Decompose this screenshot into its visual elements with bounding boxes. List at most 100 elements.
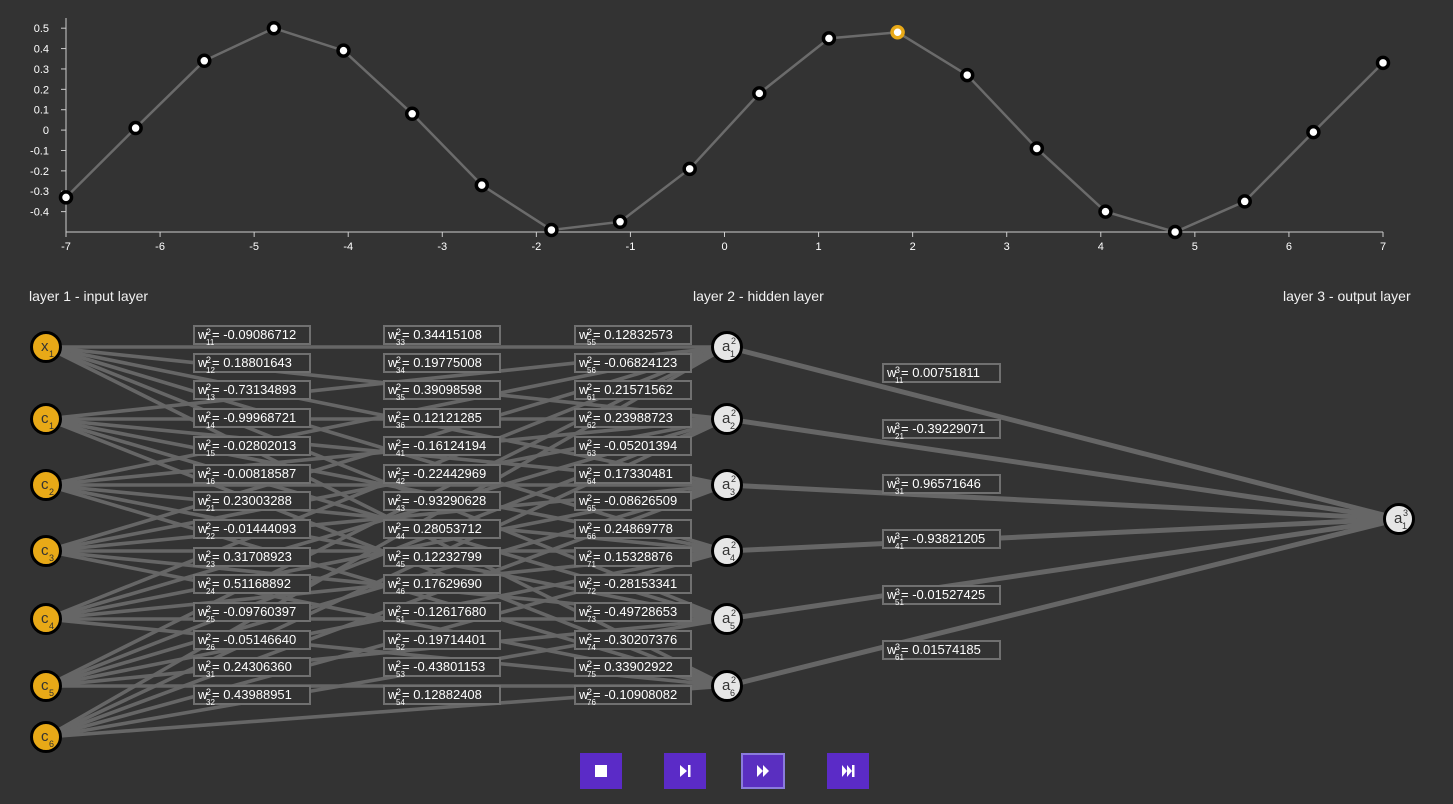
- weight-index: 41: [396, 449, 405, 458]
- end-button[interactable]: [827, 753, 869, 789]
- weight-symbol: w 2 42: [388, 466, 405, 486]
- hidden-weight-label: w 2 73 = -0.49728653: [574, 602, 692, 624]
- weight-symbol: w 2 73: [579, 604, 596, 624]
- weight-value: -0.22442969: [409, 466, 487, 481]
- weight-index: 22: [206, 532, 215, 541]
- hidden-weight-label: w 2 13 = -0.73134893: [193, 380, 311, 402]
- node-index: 5: [49, 688, 55, 698]
- node-layer-index: 2: [731, 675, 737, 685]
- step-button[interactable]: [664, 753, 706, 789]
- input-layer-title: layer 1 - input layer: [29, 288, 149, 304]
- weight-index: 15: [206, 449, 215, 458]
- weight-index: 72: [587, 587, 596, 596]
- weight-symbol: w 2 33: [388, 327, 405, 347]
- weight-symbol: w 2 51: [388, 604, 405, 624]
- hidden-weight-label: w 2 76 = -0.10908082: [574, 685, 692, 707]
- weight-index: 41: [895, 542, 904, 551]
- node-symbol: c: [41, 542, 49, 559]
- weight-value: 0.31708923: [219, 549, 292, 564]
- weight-index: 46: [396, 587, 405, 596]
- weight-value: 0.23003288: [219, 493, 292, 508]
- weight-symbol: w 2 22: [198, 521, 215, 541]
- weight-value: -0.05201394: [600, 438, 678, 453]
- weight-index: 31: [895, 487, 904, 496]
- hidden-weight-label: w 2 41 = -0.16124194: [383, 436, 501, 458]
- output-weight-label: w 3 51 = -0.01527425: [882, 585, 1001, 607]
- weight-index: 61: [587, 393, 596, 402]
- skip-to-end-icon: [841, 765, 854, 777]
- hidden-weight-label: w 2 71 = 0.15328876: [574, 547, 692, 569]
- weight-value: 0.15328876: [600, 549, 673, 564]
- weight-symbol: w 2 15: [198, 438, 215, 458]
- weight-value: -0.16124194: [409, 438, 487, 453]
- weight-index: 55: [587, 338, 596, 347]
- hidden-weight-label: w 2 74 = -0.30207376: [574, 630, 692, 652]
- input-node: c4: [30, 603, 62, 635]
- weight-value: -0.73134893: [219, 382, 297, 397]
- weight-value: 0.12882408: [409, 687, 482, 702]
- weight-index: 12: [206, 366, 215, 375]
- weight-value: 0.01574185: [908, 642, 981, 657]
- node-index: 6: [49, 739, 55, 749]
- hidden-weight-label: w 2 55 = 0.12832573: [574, 325, 692, 347]
- weight-index: 36: [396, 421, 405, 430]
- weight-value: -0.30207376: [600, 632, 678, 647]
- weight-value: 0.33902922: [600, 659, 673, 674]
- weight-value: -0.43801153: [409, 659, 486, 674]
- hidden-layer-title: layer 2 - hidden layer: [693, 288, 824, 304]
- input-node: c3: [30, 535, 62, 567]
- weight-symbol: w 2 11: [198, 327, 214, 347]
- hidden-weight-label: w 2 43 = -0.93290628: [383, 491, 501, 513]
- fast-forward-icon: [756, 765, 769, 777]
- hidden-weight-label: w 2 72 = -0.28153341: [574, 574, 692, 596]
- play-button[interactable]: [741, 753, 785, 789]
- weight-value: -0.01527425: [908, 587, 986, 602]
- weight-value: 0.00751811: [908, 365, 980, 380]
- hidden-weight-label: w 2 62 = 0.23988723: [574, 408, 692, 430]
- stop-button[interactable]: [580, 753, 622, 789]
- weight-symbol: w 2 62: [579, 410, 596, 430]
- weight-symbol: w 2 31: [198, 659, 215, 679]
- hidden-weight-label: w 2 35 = 0.39098598: [383, 380, 501, 402]
- hidden-weight-label: w 2 11 = -0.09086712: [193, 325, 311, 347]
- weight-value: -0.12617680: [409, 604, 487, 619]
- weight-symbol: w 2 25: [198, 604, 215, 624]
- weight-value: -0.99968721: [219, 410, 297, 425]
- weight-symbol: w 3 51: [887, 587, 904, 607]
- hidden-weight-label: w 2 45 = 0.12232799: [383, 547, 501, 569]
- hidden-weight-label: w 2 22 = -0.01444093: [193, 519, 311, 541]
- weight-value: -0.93290628: [409, 493, 487, 508]
- node-index: 1: [730, 349, 736, 359]
- weight-symbol: w 2 63: [579, 438, 596, 458]
- hidden-weight-label: w 2 36 = 0.12121285: [383, 408, 501, 430]
- weight-index: 32: [206, 698, 215, 707]
- weight-index: 76: [587, 698, 596, 707]
- node-symbol: c: [41, 728, 49, 745]
- hidden-weight-label: w 2 42 = -0.22442969: [383, 464, 501, 486]
- node-symbol: c: [41, 610, 49, 627]
- weight-symbol: w 2 74: [579, 632, 596, 652]
- node-index: 2: [49, 487, 55, 497]
- weight-value: 0.18801643: [219, 355, 292, 370]
- weight-value: -0.39229071: [908, 421, 986, 436]
- node-layer-index: 2: [731, 540, 737, 550]
- weight-index: 56: [587, 366, 596, 375]
- weight-value: -0.09760397: [219, 604, 297, 619]
- weight-symbol: w 2 75: [579, 659, 596, 679]
- weight-value: -0.05146640: [219, 632, 297, 647]
- weight-symbol: w 2 16: [198, 466, 215, 486]
- hidden-weight-label: w 2 15 = -0.02802013: [193, 436, 311, 458]
- weight-symbol: w 2 72: [579, 576, 596, 596]
- weight-value: 0.21571562: [600, 382, 673, 397]
- weight-index: 61: [895, 653, 904, 662]
- hidden-weight-label: w 2 51 = -0.12617680: [383, 602, 501, 624]
- weight-index: 52: [396, 643, 405, 652]
- weight-value: -0.02802013: [219, 438, 297, 453]
- weight-value: -0.49728653: [600, 604, 678, 619]
- hidden-weight-label: w 2 14 = -0.99968721: [193, 408, 311, 430]
- weight-value: -0.09086712: [219, 327, 297, 342]
- node-symbol: x: [41, 338, 49, 355]
- weight-index: 53: [396, 670, 405, 679]
- weight-symbol: w 2 71: [579, 549, 596, 569]
- node-layer-index: 2: [731, 336, 737, 346]
